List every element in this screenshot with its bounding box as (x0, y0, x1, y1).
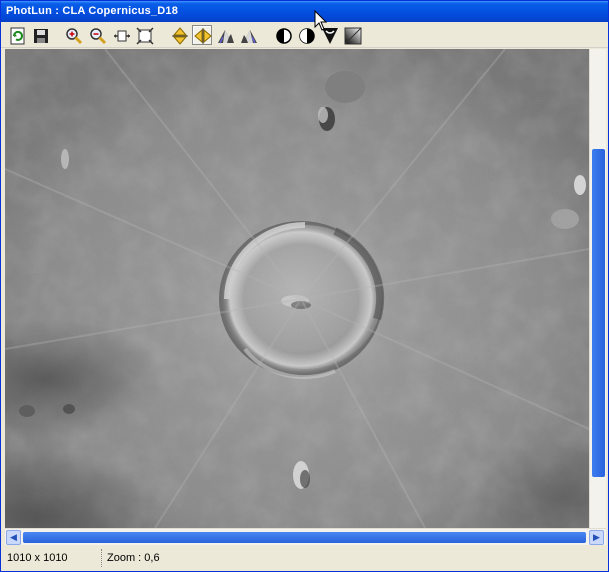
scroll-right-button[interactable]: ▶ (589, 530, 604, 545)
scroll-left-button[interactable]: ◀ (6, 530, 21, 545)
fit-page-icon (136, 27, 154, 45)
vertical-scrollbar[interactable] (589, 49, 606, 528)
save-button[interactable] (30, 25, 50, 45)
title-bar[interactable]: PhotLun : CLA Copernicus_D18 (1, 1, 608, 22)
mountain-left-icon (218, 30, 234, 44)
photlun-window: PhotLun : CLA Copernicus_D18 ◀ ▶ 1010 x … (0, 0, 609, 572)
mountain-right-icon (241, 30, 257, 44)
zoom-out-icon (90, 28, 107, 45)
zoom-out-button[interactable] (87, 25, 107, 45)
flip-vertical-icon (172, 27, 188, 45)
image-viewport[interactable] (5, 49, 589, 528)
contrast-button[interactable] (273, 25, 293, 45)
image-dimensions: 1010 x 1010 (7, 552, 68, 564)
zoom-in-button[interactable] (63, 25, 83, 45)
fit-width-button[interactable] (111, 25, 131, 45)
zoom-level: Zoom : 0,6 (107, 552, 160, 564)
refresh-icon (10, 27, 25, 45)
status-bar: 1010 x 1010 Zoom : 0,6 (1, 546, 608, 571)
horizontal-scroll-thumb[interactable] (23, 532, 586, 543)
contrast-icon (276, 28, 292, 44)
gradient-icon (344, 27, 362, 45)
invert-button[interactable] (296, 25, 316, 45)
zoom-in-icon (66, 28, 83, 45)
lunar-crater-image (5, 49, 589, 528)
flip-horizontal-icon (194, 28, 212, 44)
vertical-scroll-thumb[interactable] (592, 149, 605, 477)
flip-vertical-button[interactable] (169, 25, 189, 45)
toolbar (1, 23, 608, 48)
chevron-right-icon: ▶ (593, 532, 600, 542)
floppy-disk-icon (34, 29, 48, 43)
refresh-button[interactable] (7, 25, 27, 45)
window-title: PhotLun : CLA Copernicus_D18 (6, 5, 179, 17)
fit-page-button[interactable] (134, 25, 154, 45)
mouse-cursor (314, 10, 328, 31)
gradient-button[interactable] (342, 25, 362, 45)
rotate-left-button[interactable] (215, 25, 235, 45)
chevron-left-icon: ◀ (10, 532, 17, 542)
horizontal-scrollbar[interactable]: ◀ ▶ (5, 528, 606, 545)
rotate-right-button[interactable] (238, 25, 258, 45)
fit-width-icon (114, 30, 130, 42)
flip-horizontal-button[interactable] (192, 25, 212, 45)
status-separator (101, 549, 102, 567)
